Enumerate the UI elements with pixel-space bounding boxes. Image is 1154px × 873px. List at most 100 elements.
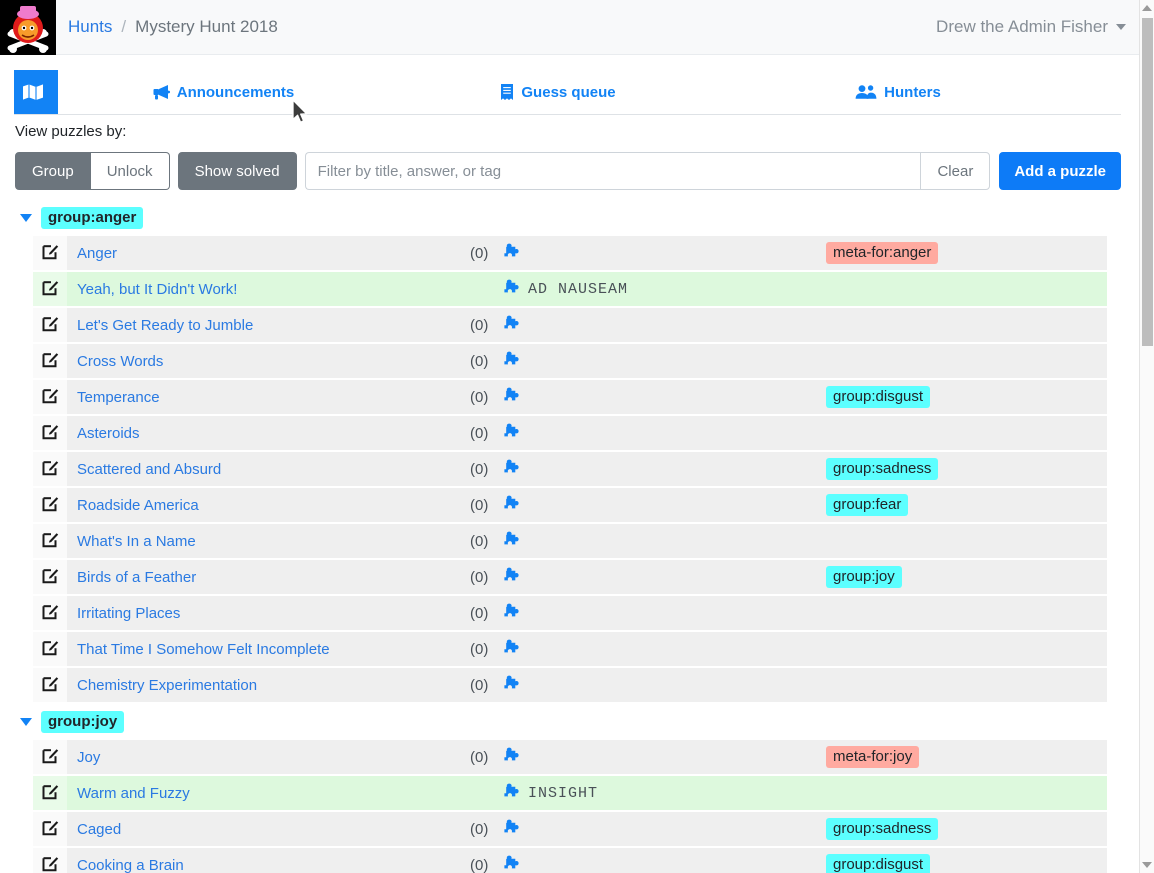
- group-collapse-triangle-icon[interactable]: [20, 214, 32, 222]
- puzzle-link-cell[interactable]: [503, 855, 522, 873]
- puzzle-title-link[interactable]: Temperance: [77, 389, 160, 406]
- group-header-tag[interactable]: group:joy: [41, 710, 125, 734]
- clear-filter-button[interactable]: Clear: [920, 152, 991, 190]
- puzzle-row[interactable]: Scattered and Absurd (0) group:sadness: [33, 452, 1107, 488]
- edit-puzzle-icon[interactable]: [42, 459, 59, 480]
- edit-puzzle-icon[interactable]: [42, 819, 59, 840]
- scrollbar-thumb[interactable]: [1142, 18, 1153, 346]
- puzzle-title-link[interactable]: Anger: [77, 245, 117, 262]
- edit-puzzle-button[interactable]: [33, 452, 67, 486]
- puzzle-piece-icon[interactable]: [503, 459, 522, 479]
- puzzle-piece-icon[interactable]: [503, 675, 522, 695]
- edit-puzzle-button[interactable]: [33, 740, 67, 774]
- vertical-scrollbar[interactable]: [1139, 0, 1154, 873]
- filter-input[interactable]: [304, 152, 921, 190]
- puzzle-row[interactable]: What's In a Name (0): [33, 524, 1107, 560]
- edit-puzzle-icon[interactable]: [42, 675, 59, 696]
- edit-puzzle-button[interactable]: [33, 344, 67, 378]
- puzzle-link-cell[interactable]: [503, 495, 522, 515]
- puzzle-tag[interactable]: meta-for:anger: [826, 241, 939, 265]
- edit-puzzle-icon[interactable]: [42, 783, 59, 804]
- puzzle-title-link[interactable]: Chemistry Experimentation: [77, 677, 257, 694]
- edit-puzzle-icon[interactable]: [42, 315, 59, 336]
- tab-hunters[interactable]: Hunters: [728, 70, 1068, 114]
- puzzle-title-link[interactable]: Caged: [77, 821, 121, 838]
- user-menu[interactable]: Drew the Admin Fisher: [936, 17, 1126, 37]
- mystery-hunt-skull-logo[interactable]: [0, 0, 56, 55]
- tab-announcements[interactable]: Announcements: [58, 70, 388, 114]
- edit-puzzle-button[interactable]: [33, 416, 67, 450]
- puzzle-row[interactable]: Warm and Fuzzy INSIGHT: [33, 776, 1107, 812]
- edit-puzzle-icon[interactable]: [42, 243, 59, 264]
- puzzle-link-cell[interactable]: [503, 819, 522, 839]
- puzzle-title-link[interactable]: Joy: [77, 749, 100, 766]
- puzzle-link-cell[interactable]: [503, 243, 522, 263]
- puzzle-tag[interactable]: meta-for:joy: [826, 745, 920, 769]
- puzzle-title-link[interactable]: Let's Get Ready to Jumble: [77, 317, 253, 334]
- edit-puzzle-icon[interactable]: [42, 279, 59, 300]
- puzzle-tag[interactable]: group:disgust: [826, 385, 931, 409]
- edit-puzzle-icon[interactable]: [42, 495, 59, 516]
- puzzle-row[interactable]: That Time I Somehow Felt Incomplete (0): [33, 632, 1107, 668]
- puzzle-tag[interactable]: group:sadness: [826, 817, 939, 841]
- puzzle-link-cell[interactable]: [503, 675, 522, 695]
- puzzle-link-cell[interactable]: [503, 603, 522, 623]
- puzzle-link-cell[interactable]: [503, 279, 522, 299]
- edit-puzzle-icon[interactable]: [42, 531, 59, 552]
- puzzle-row[interactable]: Irritating Places (0): [33, 596, 1107, 632]
- puzzle-piece-icon[interactable]: [503, 855, 522, 873]
- puzzle-title-link[interactable]: What's In a Name: [77, 533, 196, 550]
- puzzle-piece-icon[interactable]: [503, 279, 522, 299]
- edit-puzzle-button[interactable]: [33, 812, 67, 846]
- puzzle-piece-icon[interactable]: [503, 351, 522, 371]
- puzzle-row[interactable]: Let's Get Ready to Jumble (0): [33, 308, 1107, 344]
- puzzle-piece-icon[interactable]: [503, 315, 522, 335]
- puzzle-title-link[interactable]: That Time I Somehow Felt Incomplete: [77, 641, 330, 658]
- edit-puzzle-icon[interactable]: [42, 603, 59, 624]
- add-puzzle-button[interactable]: Add a puzzle: [999, 152, 1121, 190]
- show-solved-button[interactable]: Show solved: [177, 152, 297, 190]
- puzzle-piece-icon[interactable]: [503, 783, 522, 803]
- puzzle-title-link[interactable]: Irritating Places: [77, 605, 180, 622]
- group-header-tag[interactable]: group:anger: [41, 206, 144, 230]
- puzzle-link-cell[interactable]: [503, 747, 522, 767]
- puzzle-title-link[interactable]: Scattered and Absurd: [77, 461, 221, 478]
- puzzle-piece-icon[interactable]: [503, 423, 522, 443]
- puzzle-piece-icon[interactable]: [503, 819, 522, 839]
- edit-puzzle-button[interactable]: [33, 380, 67, 414]
- edit-puzzle-icon[interactable]: [42, 747, 59, 768]
- puzzle-link-cell[interactable]: [503, 387, 522, 407]
- group-collapse-triangle-icon[interactable]: [20, 718, 32, 726]
- puzzle-piece-icon[interactable]: [503, 495, 522, 515]
- puzzle-piece-icon[interactable]: [503, 531, 522, 551]
- edit-puzzle-button[interactable]: [33, 560, 67, 594]
- puzzle-title-link[interactable]: Cooking a Brain: [77, 857, 184, 873]
- edit-puzzle-button[interactable]: [33, 596, 67, 630]
- puzzle-title-link[interactable]: Asteroids: [77, 425, 140, 442]
- edit-puzzle-button[interactable]: [33, 524, 67, 558]
- puzzle-tag[interactable]: group:sadness: [826, 457, 939, 481]
- scroll-up-arrow-icon[interactable]: [1140, 0, 1154, 16]
- puzzle-link-cell[interactable]: [503, 639, 522, 659]
- puzzle-row[interactable]: Cooking a Brain (0) group:disgust: [33, 848, 1107, 873]
- puzzle-piece-icon[interactable]: [503, 387, 522, 407]
- puzzle-title-link[interactable]: Birds of a Feather: [77, 569, 196, 586]
- edit-puzzle-button[interactable]: [33, 308, 67, 342]
- edit-puzzle-icon[interactable]: [42, 351, 59, 372]
- puzzle-piece-icon[interactable]: [503, 603, 522, 623]
- edit-puzzle-icon[interactable]: [42, 639, 59, 660]
- view-by-group-button[interactable]: Group: [15, 152, 91, 190]
- puzzle-link-cell[interactable]: [503, 783, 522, 803]
- edit-puzzle-button[interactable]: [33, 668, 67, 702]
- puzzle-link-cell[interactable]: [503, 459, 522, 479]
- puzzle-row[interactable]: Joy (0) meta-for:joy: [33, 740, 1107, 776]
- puzzle-piece-icon[interactable]: [503, 747, 522, 767]
- tab-guess-queue[interactable]: Guess queue: [388, 70, 728, 114]
- edit-puzzle-button[interactable]: [33, 632, 67, 666]
- puzzle-tag[interactable]: group:disgust: [826, 853, 931, 873]
- puzzle-link-cell[interactable]: [503, 531, 522, 551]
- puzzle-title-link[interactable]: Yeah, but It Didn't Work!: [77, 281, 237, 298]
- breadcrumb-hunts-link[interactable]: Hunts: [68, 17, 112, 37]
- puzzle-row[interactable]: Cross Words (0): [33, 344, 1107, 380]
- puzzle-row[interactable]: Birds of a Feather (0) group:joy: [33, 560, 1107, 596]
